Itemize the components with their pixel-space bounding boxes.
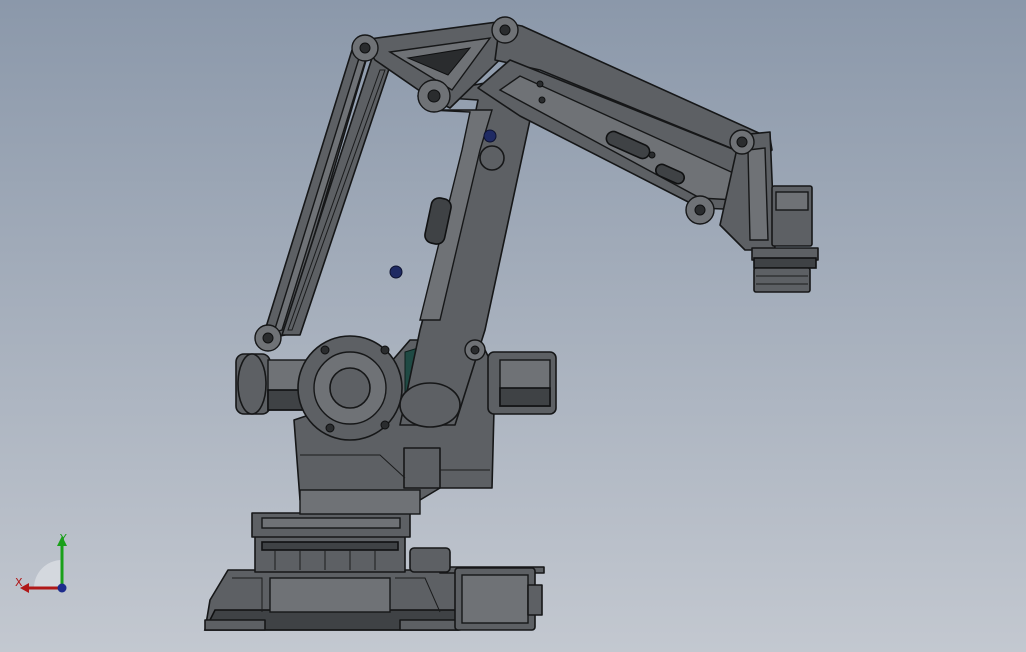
shoulder-joint[interactable]: [297, 335, 403, 441]
triad-origin: [57, 583, 67, 593]
palletizing-robot-model[interactable]: [0, 0, 1026, 652]
parallel-link-bar[interactable]: [261, 39, 393, 341]
cad-viewport[interactable]: Y X: [0, 0, 1026, 652]
slewing-ring[interactable]: [251, 512, 411, 573]
x-axis-label: X: [15, 576, 23, 589]
forearm[interactable]: [477, 21, 773, 211]
triad-plane-indicator: [34, 560, 62, 588]
y-axis-label: Y: [59, 532, 67, 545]
coordinate-triad: Y X: [15, 532, 67, 593]
